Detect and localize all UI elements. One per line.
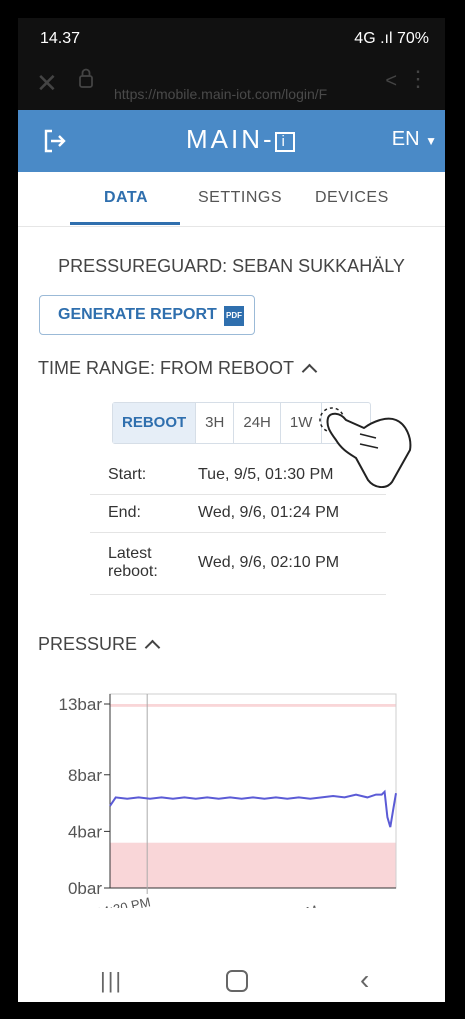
language-select[interactable]: EN ▼: [392, 128, 437, 151]
phone-screen: 14.37 4G .ıl 70% ✕ https://mobile.main-i…: [18, 18, 445, 1002]
active-tab-indicator: [70, 222, 180, 225]
tab-bar: DATA SETTINGS DEVICES: [18, 172, 445, 227]
info-value: Tue, 9/5, 01:30 PM: [198, 456, 386, 495]
pressure-title: PRESSURE: [38, 634, 138, 654]
chevron-up-icon: [301, 363, 318, 380]
share-icon[interactable]: <: [385, 70, 397, 93]
generate-report-button[interactable]: GENERATE REPORT PDF: [39, 295, 255, 335]
language-label: EN: [391, 128, 420, 150]
app-header: MAIN-i EN ▼: [18, 110, 445, 172]
threshold-band: [110, 842, 396, 888]
range-option-reboot[interactable]: REBOOT: [113, 403, 197, 443]
recent-apps-icon[interactable]: |||: [100, 968, 123, 994]
chevron-down-icon: ▼: [425, 134, 437, 148]
pdf-icon: PDF: [224, 306, 244, 326]
info-key: End:: [90, 494, 198, 533]
status-time: 14.37: [40, 30, 81, 47]
info-key: Start:: [90, 456, 198, 495]
threshold-band: [110, 704, 396, 707]
chevron-up-icon: [144, 639, 161, 656]
info-value: Wed, 9/6, 02:10 PM: [198, 532, 386, 595]
browser-bar: ✕ https://mobile.main-iot.com/login/F < …: [18, 60, 445, 110]
tab-data[interactable]: DATA: [104, 189, 148, 207]
android-nav-bar: ||| ‹: [18, 962, 445, 1002]
time-range-info: Start: Tue, 9/5, 01:30 PM End: Wed, 9/6,…: [90, 456, 386, 595]
time-range-header[interactable]: TIME RANGE: FROM REBOOT: [38, 358, 318, 380]
tab-settings[interactable]: SETTINGS: [198, 189, 282, 207]
back-icon[interactable]: ‹: [360, 964, 369, 996]
info-row-latest-reboot: Latest reboot: Wed, 9/6, 02:10 PM: [90, 532, 386, 595]
y-tick-label: 0bar: [68, 879, 102, 898]
info-key: Latest reboot:: [90, 532, 198, 595]
x-tick-label: Wed, 9/6, 01:24 PM: [203, 902, 318, 908]
pressure-series-line: [109, 789, 397, 828]
lock-icon: [79, 68, 93, 88]
status-indicators: 4G .ıl 70%: [354, 30, 429, 47]
brand-logo: MAIN-i: [186, 124, 295, 155]
url-field[interactable]: https://mobile.main-iot.com/login/F: [114, 86, 354, 102]
brand-icon: i: [274, 132, 295, 152]
device-title: PRESSUREGUARD: SEBAN SUKKAHÄLY: [58, 256, 405, 276]
tab-devices[interactable]: DEVICES: [315, 189, 389, 207]
y-tick-label: 8bar: [68, 766, 102, 785]
y-tick-label: 4bar: [68, 822, 102, 841]
close-tab-icon[interactable]: ✕: [36, 68, 58, 99]
logout-icon[interactable]: [42, 128, 68, 154]
status-bar: 14.37 4G .ıl 70%: [18, 18, 445, 60]
info-row-start: Start: Tue, 9/5, 01:30 PM: [90, 456, 386, 495]
more-options-icon[interactable]: ⋮: [407, 66, 429, 92]
info-row-end: End: Wed, 9/6, 01:24 PM: [90, 494, 386, 533]
y-tick-label: 13bar: [59, 695, 103, 714]
time-range-title: TIME RANGE: FROM REBOOT: [38, 358, 295, 378]
brand-text: MAIN-: [186, 124, 275, 154]
pressure-header[interactable]: PRESSURE: [38, 634, 161, 656]
generate-report-label: GENERATE REPORT: [58, 306, 217, 323]
range-option-24h[interactable]: 24H: [234, 403, 281, 443]
info-value: Wed, 9/6, 01:24 PM: [198, 494, 386, 533]
range-option-3h[interactable]: 3H: [196, 403, 235, 443]
pressure-chart: 13bar8bar4bar0barTue, 9/5, 04:30 PMWed, …: [41, 693, 397, 908]
home-icon[interactable]: [226, 970, 248, 992]
